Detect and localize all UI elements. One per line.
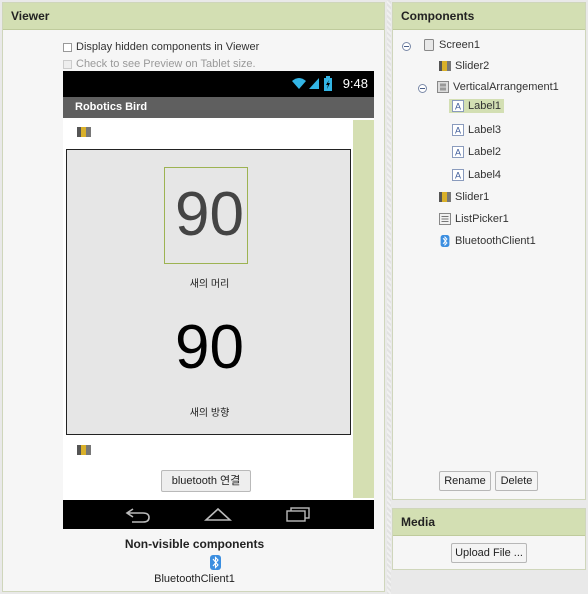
tree-label-verticalarrangement1: VerticalArrangement1 xyxy=(453,81,559,93)
show-hidden-checkbox-row[interactable]: Display hidden components in Viewer xyxy=(63,41,259,53)
svg-text:A: A xyxy=(455,148,461,158)
android-nav-bar xyxy=(63,500,374,529)
tree-label-label3: Label3 xyxy=(468,124,502,136)
tree-item-slider1[interactable]: Slider1 xyxy=(439,191,489,203)
nonvisible-components-title: Non-visible components xyxy=(124,537,265,551)
tablet-preview-checkbox[interactable] xyxy=(63,59,72,69)
label3-text[interactable]: 새의 머리 xyxy=(67,275,352,290)
vertical-arrangement-icon xyxy=(437,81,449,93)
label-icon: A xyxy=(452,146,464,158)
home-icon[interactable] xyxy=(204,507,232,522)
app-title-bar: Robotics Bird xyxy=(63,97,374,118)
battery-icon xyxy=(324,76,332,91)
show-hidden-checkbox[interactable] xyxy=(63,42,72,52)
status-clock: 9:48 xyxy=(342,76,368,91)
screen-scrollbar[interactable] xyxy=(353,120,374,498)
show-hidden-label: Display hidden components in Viewer xyxy=(76,41,260,53)
tree-item-listpicker1[interactable]: ListPicker1 xyxy=(439,213,509,225)
status-bar: 9:48 xyxy=(63,71,374,97)
label2-value[interactable]: 90 xyxy=(67,313,352,383)
tree-item-label3[interactable]: A Label3 xyxy=(452,124,501,136)
rename-button[interactable]: Rename xyxy=(439,471,491,491)
upload-file-button[interactable]: Upload File ... xyxy=(451,543,527,563)
svg-text:A: A xyxy=(455,171,461,181)
tree-item-slider2[interactable]: Slider2 xyxy=(439,60,489,72)
tree-label-slider2: Slider2 xyxy=(455,60,490,72)
signal-icon xyxy=(309,78,319,89)
wifi-icon xyxy=(292,78,306,89)
bluetooth-connect-button[interactable]: bluetooth 연결 xyxy=(161,470,251,492)
tree-label-label1: Label1 xyxy=(468,100,502,112)
slider2-icon[interactable] xyxy=(77,126,91,138)
recent-apps-icon[interactable] xyxy=(285,507,311,523)
app-screen: 90 새의 머리 90 새의 방향 bluetooth 연결 xyxy=(63,118,374,500)
tablet-preview-checkbox-row[interactable]: Check to see Preview on Tablet size. xyxy=(63,58,256,70)
label-icon: A xyxy=(452,124,464,136)
phone-preview: 9:48 Robotics Bird 90 새의 머리 90 새의 방향 blu… xyxy=(63,71,374,529)
svg-text:A: A xyxy=(455,126,461,136)
media-panel: Media Upload File ... xyxy=(392,508,586,570)
svg-text:A: A xyxy=(455,102,461,112)
tree-label-listpicker1: ListPicker1 xyxy=(455,213,509,225)
bluetooth-icon[interactable] xyxy=(210,555,221,570)
viewer-panel: Viewer Display hidden components in View… xyxy=(2,2,385,592)
bluetooth-icon xyxy=(440,235,450,247)
tree-item-label4[interactable]: A Label4 xyxy=(452,169,501,181)
label-icon: A xyxy=(452,169,464,181)
slider-icon xyxy=(439,61,451,71)
tree-label-bluetoothclient1: BluetoothClient1 xyxy=(455,235,536,247)
tree-item-label2[interactable]: A Label2 xyxy=(452,146,501,158)
tree-label-label2: Label2 xyxy=(468,146,502,158)
tree-item-bluetoothclient1[interactable]: BluetoothClient1 xyxy=(439,235,536,247)
slider-icon xyxy=(439,192,451,202)
components-panel: Components Screen1 Slider2 VerticalArran… xyxy=(392,2,586,500)
screen-icon xyxy=(424,39,434,51)
media-title: Media xyxy=(393,509,585,536)
varr-collapse-toggle[interactable] xyxy=(418,84,427,93)
back-icon[interactable] xyxy=(125,507,151,523)
vertical-arrangement: 90 새의 머리 90 새의 방향 xyxy=(66,149,351,435)
tree-label-slider1: Slider1 xyxy=(455,191,490,203)
tablet-preview-label: Check to see Preview on Tablet size. xyxy=(76,58,256,70)
tree-label-label4: Label4 xyxy=(468,169,502,181)
label-icon: A xyxy=(452,100,464,112)
tree-item-label1[interactable]: A Label1 xyxy=(449,99,505,113)
delete-button[interactable]: Delete xyxy=(495,471,538,491)
components-title: Components xyxy=(393,3,585,30)
tree-item-screen1[interactable]: Screen1 xyxy=(423,39,480,51)
slider1-icon[interactable] xyxy=(77,444,91,456)
screen1-collapse-toggle[interactable] xyxy=(402,42,411,51)
tree-label-screen1: Screen1 xyxy=(439,39,480,51)
label1-value[interactable]: 90 xyxy=(67,180,352,250)
panel-divider xyxy=(387,0,391,594)
viewer-title: Viewer xyxy=(3,3,384,30)
label4-text[interactable]: 새의 방향 xyxy=(67,404,352,419)
tree-item-verticalarrangement1[interactable]: VerticalArrangement1 xyxy=(437,81,559,93)
nonvisible-bluetooth-label[interactable]: BluetoothClient1 xyxy=(3,573,386,585)
listpicker-icon xyxy=(439,213,451,225)
